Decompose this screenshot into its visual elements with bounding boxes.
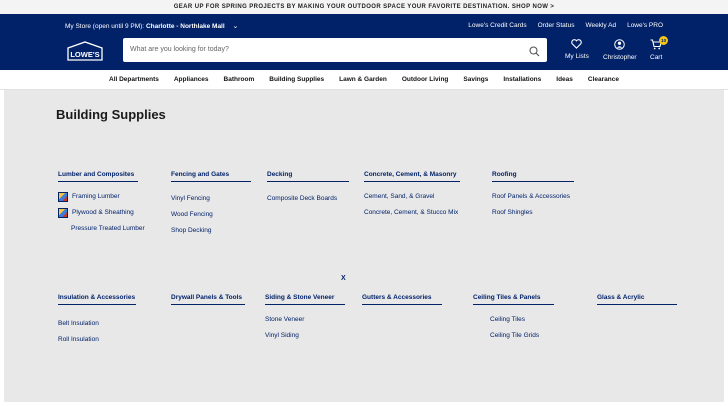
store-selector[interactable]: My Store (open until 9 PM): Charlotte - …: [65, 22, 238, 30]
category-roofing: Roofing Roof Panels & Accessories Roof S…: [492, 171, 574, 222]
link-label: Framing Lumber: [72, 193, 120, 200]
search-bar[interactable]: What are you looking for today?: [123, 38, 547, 62]
department-nav: All Departments Appliances Bathroom Buil…: [0, 70, 728, 90]
lowes-logo[interactable]: LOWE'S: [66, 41, 104, 61]
category-gutters: Gutters & Accessories: [362, 294, 442, 305]
category-insulation: Insulation & Accessories Belt Insulation…: [58, 294, 136, 349]
category-heading[interactable]: Glass & Acrylic: [597, 294, 677, 305]
link-wood-fencing[interactable]: Wood Fencing: [171, 208, 251, 221]
chevron-down-icon: ⌄: [232, 23, 239, 30]
account-label: Christopher: [603, 54, 637, 61]
link-vinyl-siding[interactable]: Vinyl Siding: [265, 329, 345, 342]
logo-mark: LOWE'S: [67, 41, 103, 61]
nav-clearance[interactable]: Clearance: [588, 70, 619, 90]
promo-text[interactable]: GEAR UP FOR SPRING PROJECTS BY MAKING YO…: [174, 4, 555, 10]
category-heading[interactable]: Fencing and Gates: [171, 171, 251, 182]
category-heading[interactable]: Concrete, Cement, & Masonry: [364, 171, 460, 182]
link-vinyl-fencing[interactable]: Vinyl Fencing: [171, 192, 251, 205]
link-weekly-ad[interactable]: Weekly Ad: [585, 22, 616, 29]
category-heading[interactable]: Lumber and Composites: [58, 171, 138, 182]
link-framing-lumber[interactable]: Framing Lumber: [58, 190, 138, 203]
nav-all-departments[interactable]: All Departments: [109, 70, 159, 90]
category-heading[interactable]: Decking: [267, 171, 349, 182]
category-heading[interactable]: Ceiling Tiles & Panels: [473, 294, 554, 305]
product-thumbnail-icon: [58, 191, 68, 202]
category-heading[interactable]: Gutters & Accessories: [362, 294, 442, 305]
promo-banner[interactable]: GEAR UP FOR SPRING PROJECTS BY MAKING YO…: [0, 0, 728, 14]
category-decking: Decking Composite Deck Boards: [267, 171, 349, 208]
link-lowes-pro[interactable]: Lowe's PRO: [627, 22, 663, 29]
category-lumber: Lumber and Composites Framing Lumber Ply…: [58, 171, 145, 238]
link-plywood-sheathing[interactable]: Plywood & Sheathing: [58, 206, 138, 219]
link-roll-insulation[interactable]: Roll Insulation: [58, 333, 136, 346]
nav-appliances[interactable]: Appliances: [174, 70, 209, 90]
link-composite-deck-boards[interactable]: Composite Deck Boards: [267, 192, 349, 205]
logo-text: LOWE'S: [70, 50, 99, 59]
mega-menu-panel: Building Supplies Lumber and Composites …: [4, 90, 724, 402]
category-heading[interactable]: Drywall Panels & Tools: [171, 294, 245, 305]
category-heading[interactable]: Siding & Stone Veneer: [265, 294, 345, 305]
link-order-status[interactable]: Order Status: [538, 22, 575, 29]
nav-lawn-garden[interactable]: Lawn & Garden: [339, 70, 387, 90]
cart-button[interactable]: 10 Cart: [650, 36, 669, 61]
nav-building-supplies[interactable]: Building Supplies: [269, 70, 324, 90]
my-lists-button[interactable]: My Lists: [565, 39, 589, 60]
nav-bathroom[interactable]: Bathroom: [224, 70, 255, 90]
category-glass-acrylic: Glass & Acrylic: [597, 294, 677, 305]
cart-icon: 10: [650, 36, 669, 52]
nav-savings[interactable]: Savings: [463, 70, 488, 90]
page-title: Building Supplies: [56, 107, 166, 122]
link-roof-panels[interactable]: Roof Panels & Accessories: [492, 190, 574, 203]
user-icon: [614, 39, 626, 52]
cart-label: Cart: [650, 54, 663, 61]
category-heading[interactable]: Insulation & Accessories: [58, 294, 136, 305]
link-shop-decking[interactable]: Shop Decking: [171, 224, 251, 237]
category-siding: Siding & Stone Veneer Stone Veneer Vinyl…: [265, 294, 345, 345]
link-stone-veneer[interactable]: Stone Veneer: [265, 313, 345, 326]
link-roof-shingles[interactable]: Roof Shingles: [492, 206, 574, 219]
utility-links: Lowe's Credit Cards Order Status Weekly …: [468, 22, 663, 29]
product-thumbnail-icon: [58, 207, 68, 218]
cart-count-badge: 10: [659, 36, 669, 45]
category-heading[interactable]: Roofing: [492, 171, 574, 182]
search-input[interactable]: What are you looking for today?: [130, 46, 229, 53]
site-header: My Store (open until 9 PM): Charlotte - …: [0, 14, 728, 70]
link-cement-sand-gravel[interactable]: Cement, Sand, & Gravel: [364, 190, 460, 203]
category-concrete: Concrete, Cement, & Masonry Cement, Sand…: [364, 171, 460, 222]
link-pressure-treated[interactable]: Pressure Treated Lumber: [58, 222, 145, 235]
nav-ideas[interactable]: Ideas: [556, 70, 573, 90]
account-button[interactable]: Christopher: [603, 39, 637, 61]
nav-outdoor-living[interactable]: Outdoor Living: [402, 70, 449, 90]
close-button[interactable]: X: [341, 275, 346, 282]
link-concrete-stucco-mix[interactable]: Concrete, Cement, & Stucco Mix: [364, 206, 460, 219]
category-ceiling-tiles: Ceiling Tiles & Panels Ceiling Tiles Cei…: [473, 294, 554, 345]
link-belt-insulation[interactable]: Belt Insulation: [58, 317, 136, 330]
link-ceiling-tile-grids[interactable]: Ceiling Tile Grids: [490, 329, 554, 342]
link-label: Pressure Treated Lumber: [71, 225, 145, 232]
store-name: Charlotte - Northlake Mall: [145, 23, 225, 30]
my-lists-label: My Lists: [565, 53, 589, 60]
heart-icon: [571, 39, 583, 51]
link-ceiling-tiles[interactable]: Ceiling Tiles: [490, 313, 554, 326]
link-label: Plywood & Sheathing: [72, 209, 134, 216]
search-icon[interactable]: [529, 44, 540, 62]
category-drywall: Drywall Panels & Tools: [171, 294, 245, 305]
category-fencing: Fencing and Gates Vinyl Fencing Wood Fen…: [171, 171, 251, 240]
link-credit-cards[interactable]: Lowe's Credit Cards: [468, 22, 526, 29]
nav-installations[interactable]: Installations: [503, 70, 541, 90]
store-prefix: My Store (open until 9 PM):: [65, 23, 145, 30]
